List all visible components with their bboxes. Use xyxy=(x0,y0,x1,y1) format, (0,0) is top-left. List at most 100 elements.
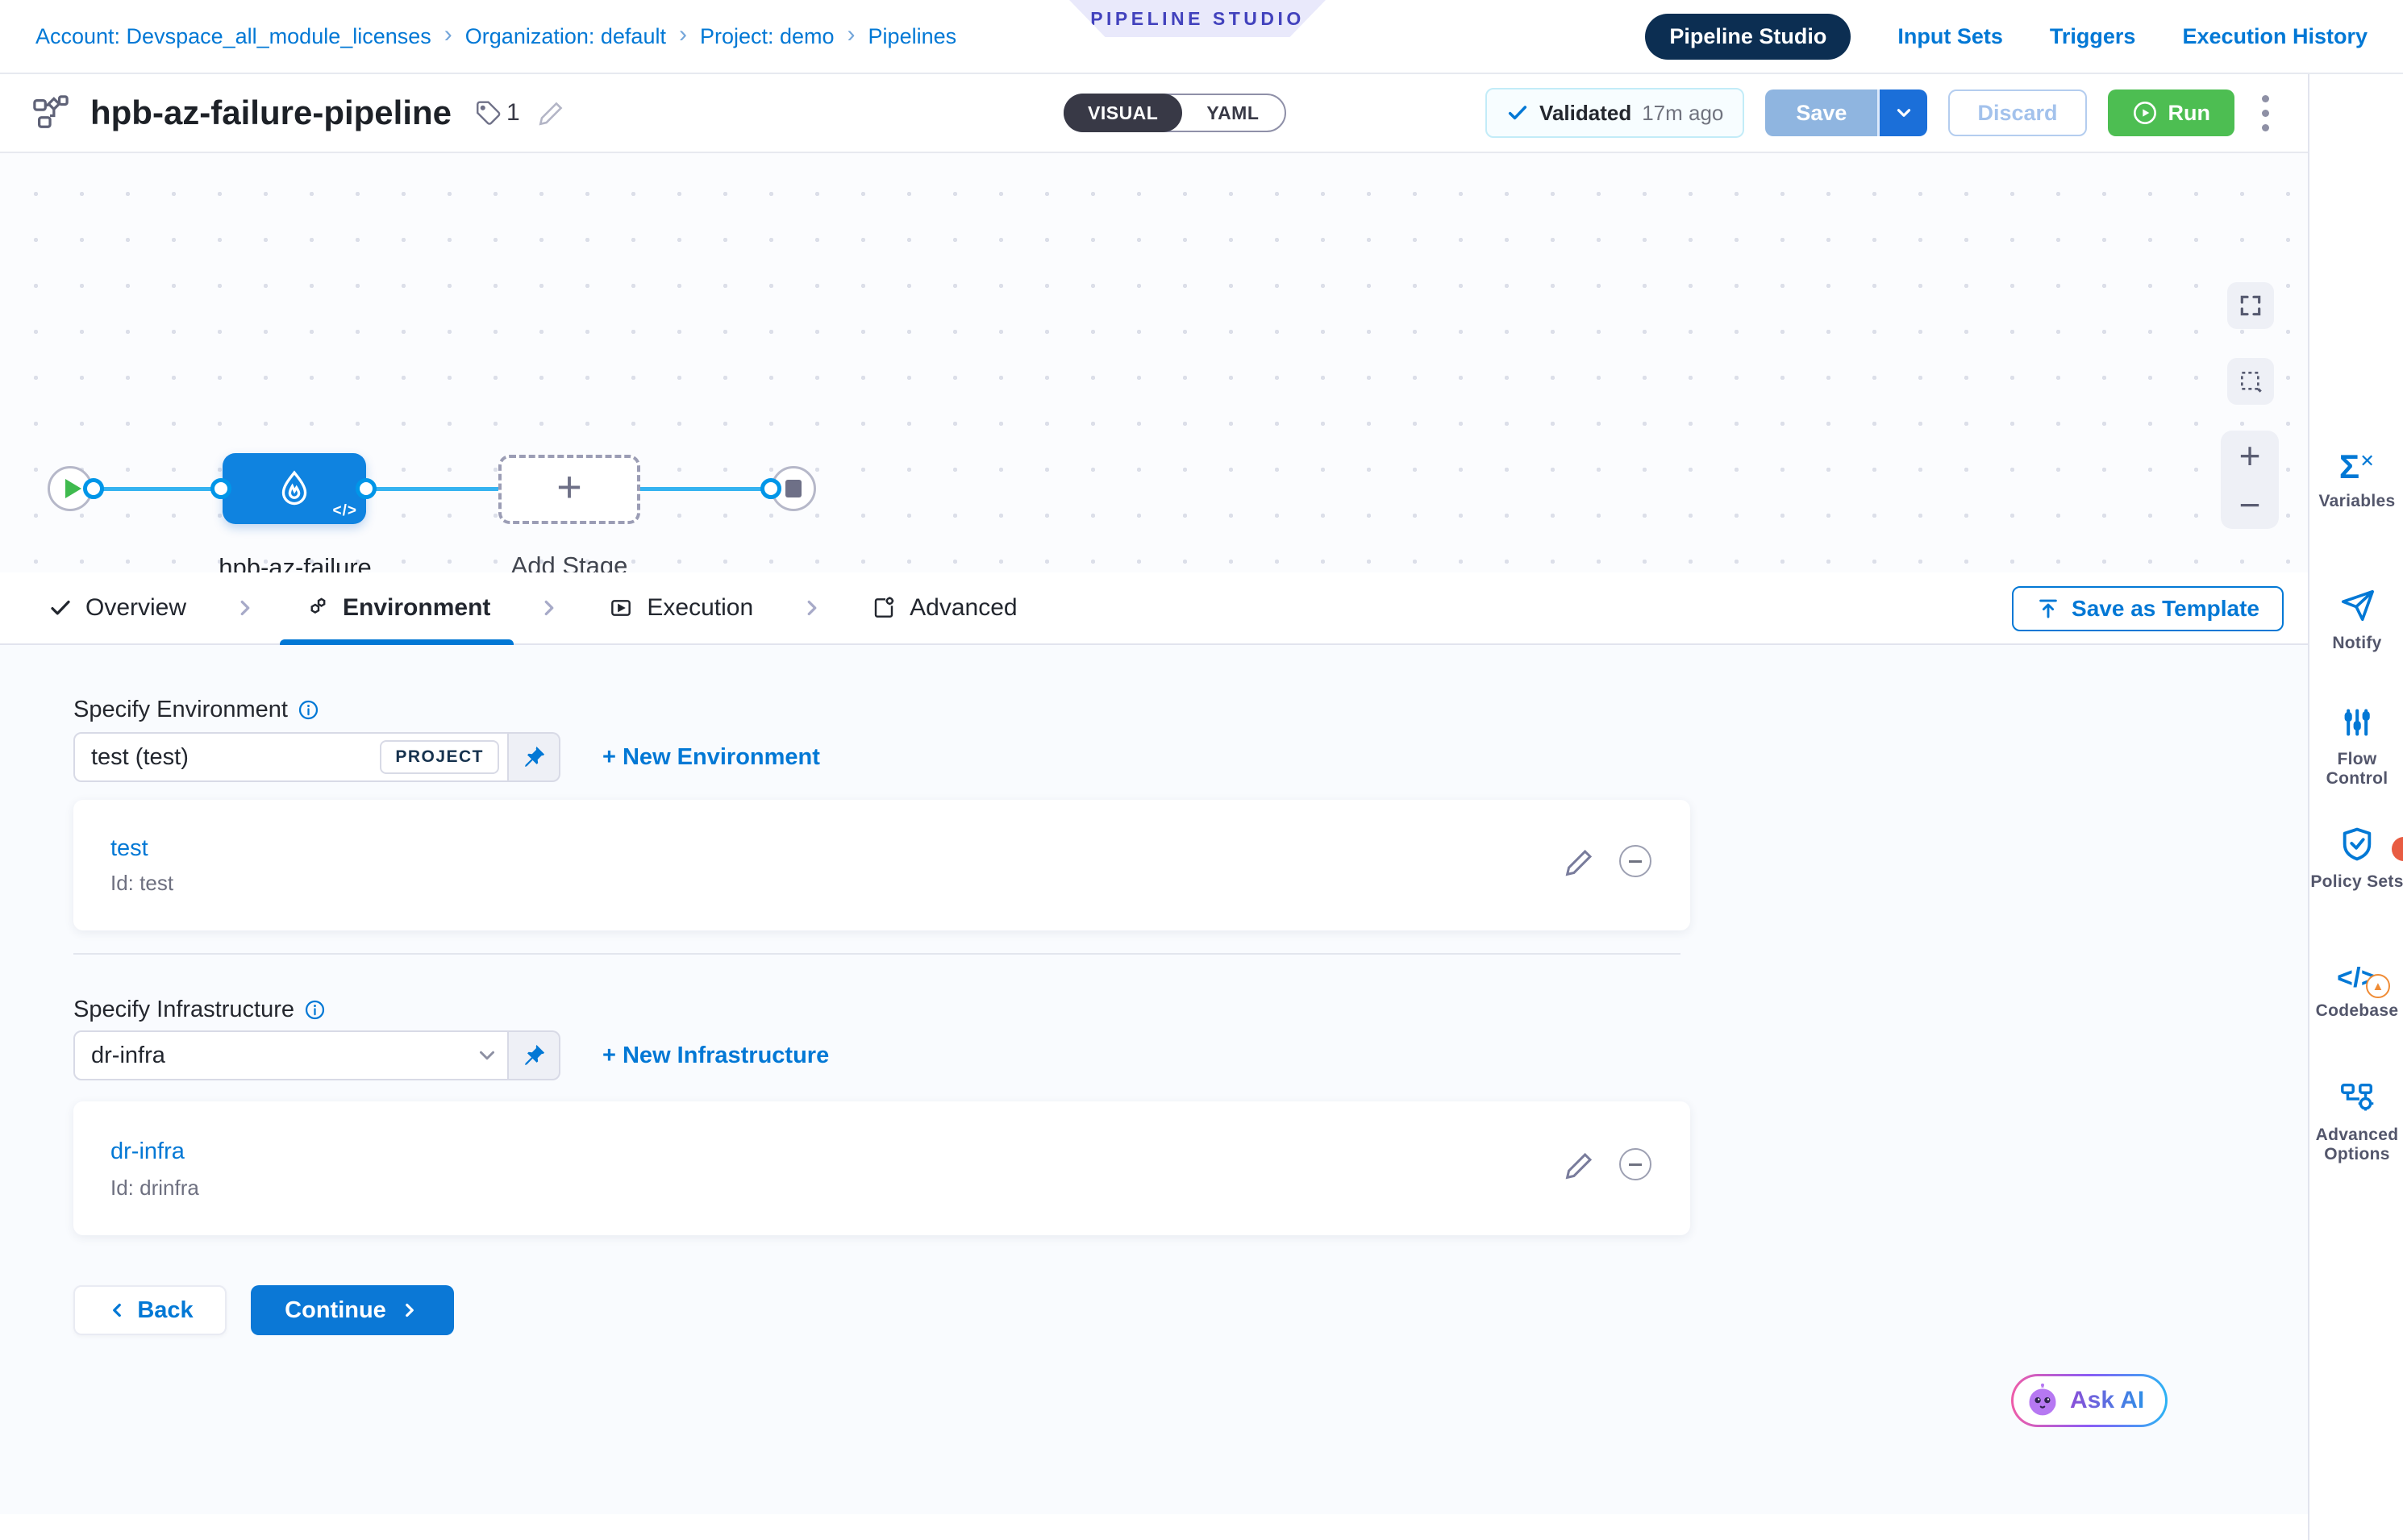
marquee-select-icon xyxy=(2238,368,2263,394)
section-divider xyxy=(73,953,1680,955)
stage-tabs-bar: Overview Environment Execution xyxy=(0,572,2308,645)
multi-select-button[interactable] xyxy=(2227,358,2274,405)
zoom-controls: + − xyxy=(2221,431,2279,529)
sidebar-item-advanced-options[interactable]: Advanced Options xyxy=(2309,1079,2403,1164)
sidebar-item-variables[interactable]: Σ✕ Variables xyxy=(2309,452,2403,511)
infrastructure-card: dr-infra Id: drinfra xyxy=(73,1101,1690,1235)
infrastructure-select-input[interactable]: dr-infra xyxy=(73,1030,509,1080)
remove-infrastructure-icon[interactable] xyxy=(1619,1148,1651,1180)
nav-pipeline-studio[interactable]: Pipeline Studio xyxy=(1645,14,1851,60)
stage-code-icon: </> xyxy=(333,502,357,520)
check-icon xyxy=(1506,102,1529,124)
pipeline-gear-icon xyxy=(2338,1079,2376,1116)
advanced-clipboard-icon xyxy=(871,595,897,621)
tab-advanced[interactable]: Advanced xyxy=(871,594,1017,622)
variables-icon: Σ✕ xyxy=(2339,452,2375,482)
sidebar-item-notify[interactable]: Notify xyxy=(2309,587,2403,653)
save-options-caret[interactable] xyxy=(1877,89,1927,136)
port xyxy=(83,478,104,499)
play-icon xyxy=(2132,100,2158,126)
ai-robot-icon xyxy=(2025,1383,2060,1418)
chevron-right-icon xyxy=(399,1300,420,1321)
environment-tab-content: Specify Environment test (test) PROJECT … xyxy=(0,645,2308,1540)
port xyxy=(210,478,231,499)
title-bar: hpb-az-failure-pipeline 1 VISUAL YAML xyxy=(0,74,2308,153)
continue-button[interactable]: Continue xyxy=(251,1285,454,1335)
active-tab-underline xyxy=(280,639,514,645)
validated-label: Validated xyxy=(1539,101,1631,126)
visual-yaml-toggle: VISUAL YAML xyxy=(1064,94,1286,132)
chevron-right-icon xyxy=(800,596,824,620)
fullscreen-icon xyxy=(2238,293,2263,318)
edge-addstage-to-end xyxy=(634,487,779,491)
pin-infrastructure-button[interactable] xyxy=(509,1030,560,1080)
fullscreen-button[interactable] xyxy=(2227,282,2274,329)
breadcrumb-pipelines[interactable]: Pipelines xyxy=(868,24,957,49)
tag-icon xyxy=(474,99,502,127)
chevron-left-icon xyxy=(106,1300,127,1321)
sidebar-item-codebase[interactable]: </> ▲ Codebase xyxy=(2309,964,2403,1021)
specify-environment-label: Specify Environment xyxy=(73,697,319,723)
start-play-icon xyxy=(65,479,81,498)
chevron-down-icon xyxy=(1893,102,1914,123)
validated-time: 17m ago xyxy=(1642,101,1723,126)
toggle-visual[interactable]: VISUAL xyxy=(1064,94,1182,132)
save-as-template-button[interactable]: Save as Template xyxy=(2012,586,2284,631)
environment-hexagons-icon xyxy=(304,595,330,621)
top-nav: Pipeline Studio Input Sets Triggers Exec… xyxy=(1645,14,2368,60)
execution-play-icon xyxy=(608,595,634,621)
code-icon: </> ▲ xyxy=(2337,964,2377,992)
save-button[interactable]: Save xyxy=(1765,89,1877,136)
check-icon xyxy=(48,596,73,620)
more-options-kebab-icon[interactable] xyxy=(2255,95,2276,131)
nav-input-sets[interactable]: Input Sets xyxy=(1897,24,2003,49)
breadcrumb-organization[interactable]: Organization: default xyxy=(465,24,666,49)
infrastructure-select-row: dr-infra + New Infrastructure xyxy=(73,1030,829,1080)
sliders-icon xyxy=(2339,705,2375,740)
tab-environment[interactable]: Environment xyxy=(304,594,490,622)
discard-button[interactable]: Discard xyxy=(1948,89,2086,136)
pipeline-canvas[interactable]: </> + hpb-az-failure Add Stage + − xyxy=(0,153,2308,572)
zoom-in-button[interactable]: + xyxy=(2239,437,2261,474)
new-environment-link[interactable]: + New Environment xyxy=(602,744,820,771)
info-icon[interactable] xyxy=(304,999,326,1021)
breadcrumb: Account: Devspace_all_module_licenses › … xyxy=(35,24,956,49)
chevron-right-icon xyxy=(537,596,561,620)
tags-indicator[interactable]: 1 xyxy=(474,99,520,127)
toggle-yaml[interactable]: YAML xyxy=(1181,95,1285,131)
paper-plane-icon xyxy=(2338,587,2376,624)
sidebar-item-flow-control[interactable]: Flow Control xyxy=(2309,705,2403,789)
breadcrumb-project[interactable]: Project: demo xyxy=(700,24,835,49)
edit-environment-icon[interactable] xyxy=(1564,847,1595,877)
infrastructure-name-link[interactable]: dr-infra xyxy=(110,1138,185,1165)
edit-infrastructure-icon[interactable] xyxy=(1564,1150,1595,1180)
pipeline-icon xyxy=(32,94,69,131)
environment-select-input[interactable]: test (test) PROJECT xyxy=(73,732,509,782)
tab-execution[interactable]: Execution xyxy=(608,594,753,622)
info-icon[interactable] xyxy=(298,699,319,721)
scope-badge: PROJECT xyxy=(380,740,499,774)
right-sidebar: Σ✕ Variables Notify Flow Control xyxy=(2308,74,2403,1540)
add-stage-button[interactable]: + xyxy=(498,455,640,524)
ask-ai-button[interactable]: Ask AI xyxy=(2011,1374,2168,1427)
nav-triggers[interactable]: Triggers xyxy=(2050,24,2136,49)
back-button[interactable]: Back xyxy=(73,1285,227,1335)
shield-check-icon xyxy=(2338,826,2376,863)
breadcrumb-account[interactable]: Account: Devspace_all_module_licenses xyxy=(35,24,431,49)
sidebar-item-policy-sets[interactable]: Policy Sets xyxy=(2309,826,2403,892)
port xyxy=(356,478,377,499)
remove-environment-icon[interactable] xyxy=(1619,845,1651,877)
tag-count: 1 xyxy=(506,99,520,127)
run-button[interactable]: Run xyxy=(2108,89,2234,136)
new-infrastructure-link[interactable]: + New Infrastructure xyxy=(602,1043,829,1069)
specify-infrastructure-label: Specify Infrastructure xyxy=(73,997,326,1023)
tab-overview[interactable]: Overview xyxy=(48,594,186,622)
title-actions: Validated 17m ago Save Discard Run xyxy=(1485,88,2276,138)
pin-environment-button[interactable] xyxy=(509,732,560,782)
stage-node-hpb-az-failure[interactable]: </> xyxy=(223,453,366,524)
edit-title-icon[interactable] xyxy=(538,99,565,127)
nav-execution-history[interactable]: Execution History xyxy=(2182,24,2368,49)
environment-name-link[interactable]: test xyxy=(110,835,148,862)
infrastructure-id: Id: drinfra xyxy=(110,1176,199,1201)
zoom-out-button[interactable]: − xyxy=(2239,486,2261,523)
